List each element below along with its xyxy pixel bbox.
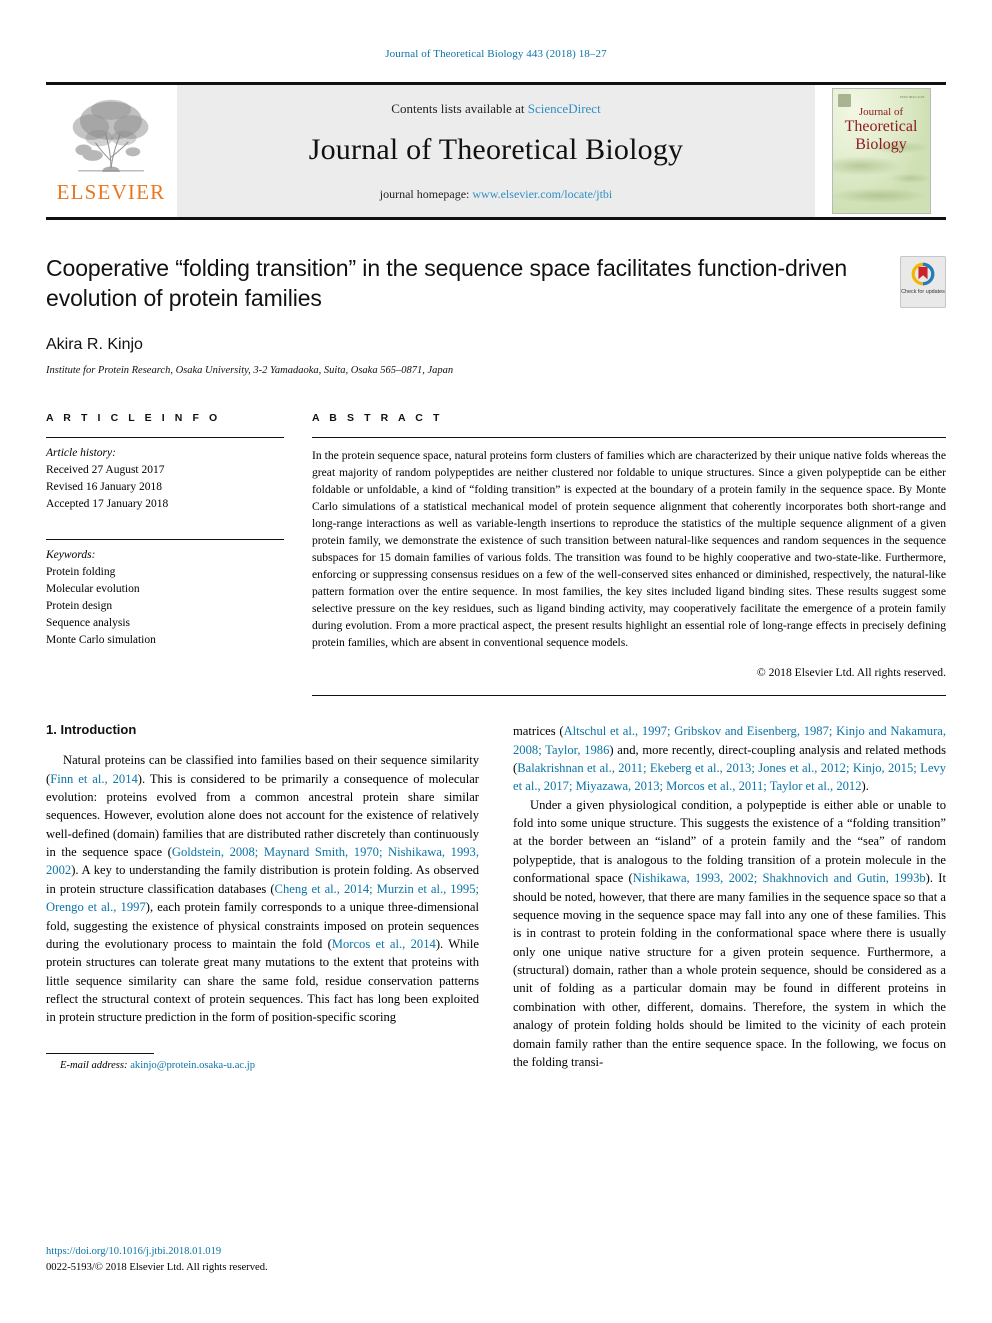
running-head: Journal of Theoretical Biology 443 (2018… xyxy=(385,48,607,60)
text-segment: ). It should be noted, however, that the… xyxy=(513,871,946,1069)
cover-title-line1: Journal of xyxy=(858,106,904,118)
abstract-heading: A B S T R A C T xyxy=(312,411,443,424)
cover-title: Journal of Theoretical Biology xyxy=(833,106,930,154)
body-columns: 1. Introduction Natural proteins can be … xyxy=(46,722,946,1071)
citation-link[interactable]: Balakrishnan et al., 2011; Ekeberg et al… xyxy=(513,761,946,793)
crossmark-badge[interactable]: Check for updates xyxy=(900,256,946,308)
journal-homepage-link[interactable]: www.elsevier.com/locate/jtbi xyxy=(472,187,612,201)
history-revised: Revised 16 January 2018 xyxy=(46,480,162,493)
intro-paragraph-right-1: matrices (Altschul et al., 1997; Gribsko… xyxy=(513,722,946,796)
abstract-text: In the protein sequence space, natural p… xyxy=(312,448,946,650)
citation-link[interactable]: Finn et al., 2014 xyxy=(50,772,138,786)
elsevier-tree-icon xyxy=(64,97,158,181)
cover-title-line2: Theoretical xyxy=(844,118,918,136)
keyword-item: Molecular evolution xyxy=(46,582,140,595)
article-info-column: A R T I C L E I N F O Article history: R… xyxy=(46,412,284,696)
intro-paragraph-left: Natural proteins can be classified into … xyxy=(46,751,479,1027)
elsevier-logo: ELSEVIER xyxy=(46,85,176,217)
body-column-left: 1. Introduction Natural proteins can be … xyxy=(46,722,479,1071)
keyword-item: Protein folding xyxy=(46,565,116,578)
elsevier-wordmark: ELSEVIER xyxy=(56,180,166,204)
masthead-center: Contents lists available at ScienceDirec… xyxy=(176,85,816,217)
history-accepted: Accepted 17 January 2018 xyxy=(46,497,169,510)
text-segment: ). xyxy=(861,779,869,794)
keyword-item: Protein design xyxy=(46,599,113,612)
article-history: Article history: Received 27 August 2017… xyxy=(46,438,284,513)
footnote-email: E-mail address: akinjo@protein.osaka-u.a… xyxy=(46,1060,479,1071)
abstract-bottom-rule xyxy=(312,695,946,697)
page-footer: https://doi.org/10.1016/j.jtbi.2018.01.0… xyxy=(46,1244,268,1275)
journal-title: Journal of Theoretical Biology xyxy=(308,132,684,166)
footnote-email-label: E-mail address: xyxy=(60,1060,128,1072)
sciencedirect-link[interactable]: ScienceDirect xyxy=(528,101,601,116)
footnote-block: E-mail address: akinjo@protein.osaka-u.a… xyxy=(46,1053,479,1071)
article-history-label: Article history: xyxy=(46,446,116,459)
abstract-column: A B S T R A C T In the protein sequence … xyxy=(312,411,946,697)
cover-corner-note: ISSN 0022-5193 xyxy=(900,95,925,99)
history-received: Received 27 August 2017 xyxy=(46,463,165,476)
page-title: Cooperative “folding transition” in the … xyxy=(46,255,848,311)
keyword-item: Sequence analysis xyxy=(46,616,130,629)
body-column-right: matrices (Altschul et al., 1997; Gribsko… xyxy=(513,722,946,1071)
section-heading-introduction: 1. Introduction xyxy=(46,722,137,738)
issn-copyright-line: 0022-5193/© 2018 Elsevier Ltd. All right… xyxy=(46,1261,268,1273)
keywords-label: Keywords: xyxy=(46,548,96,561)
citation-link[interactable]: Nishikawa, 1993, 2002; Shakhnovich and G… xyxy=(633,871,926,885)
crossmark-label: Check for updates xyxy=(901,289,945,295)
contents-available-line: Contents lists available at ScienceDirec… xyxy=(391,101,600,117)
text-segment: matrices ( xyxy=(513,724,564,739)
journal-cover-container: ISSN 0022-5193 Journal of Theoretical Bi… xyxy=(816,85,946,217)
doi-link[interactable]: https://doi.org/10.1016/j.jtbi.2018.01.0… xyxy=(46,1244,268,1259)
homepage-prefix: journal homepage: xyxy=(379,186,473,201)
title-block: Cooperative “folding transition” in the … xyxy=(46,254,946,376)
abstract-copyright: © 2018 Elsevier Ltd. All rights reserved… xyxy=(756,666,946,680)
cover-title-line3: Biology xyxy=(855,136,907,154)
info-abstract-row: A R T I C L E I N F O Article history: R… xyxy=(46,411,946,697)
journal-masthead: ELSEVIER Contents lists available at Sci… xyxy=(46,82,946,220)
footnote-rule xyxy=(46,1053,154,1055)
affiliation: Institute for Protein Research, Osaka Un… xyxy=(46,364,454,376)
intro-paragraph-right-2: Under a given physiological condition, a… xyxy=(513,796,946,1072)
keyword-item: Monte Carlo simulation xyxy=(46,633,156,646)
paper-page: Journal of Theoretical Biology 443 (2018… xyxy=(0,0,992,1323)
contents-prefix: Contents lists available at xyxy=(391,100,528,116)
journal-cover-thumbnail: ISSN 0022-5193 Journal of Theoretical Bi… xyxy=(831,88,931,214)
keywords-block: Keywords: Protein folding Molecular evol… xyxy=(46,540,284,649)
crossmark-icon xyxy=(911,262,935,286)
journal-homepage-line: journal homepage: www.elsevier.com/locat… xyxy=(380,187,613,202)
footnote-email-link[interactable]: akinjo@protein.osaka-u.ac.jp xyxy=(130,1060,255,1071)
author-list: Akira R. Kinjo xyxy=(46,335,143,353)
article-info-heading: A R T I C L E I N F O xyxy=(46,411,221,424)
citation-link[interactable]: Morcos et al., 2014 xyxy=(332,937,436,951)
